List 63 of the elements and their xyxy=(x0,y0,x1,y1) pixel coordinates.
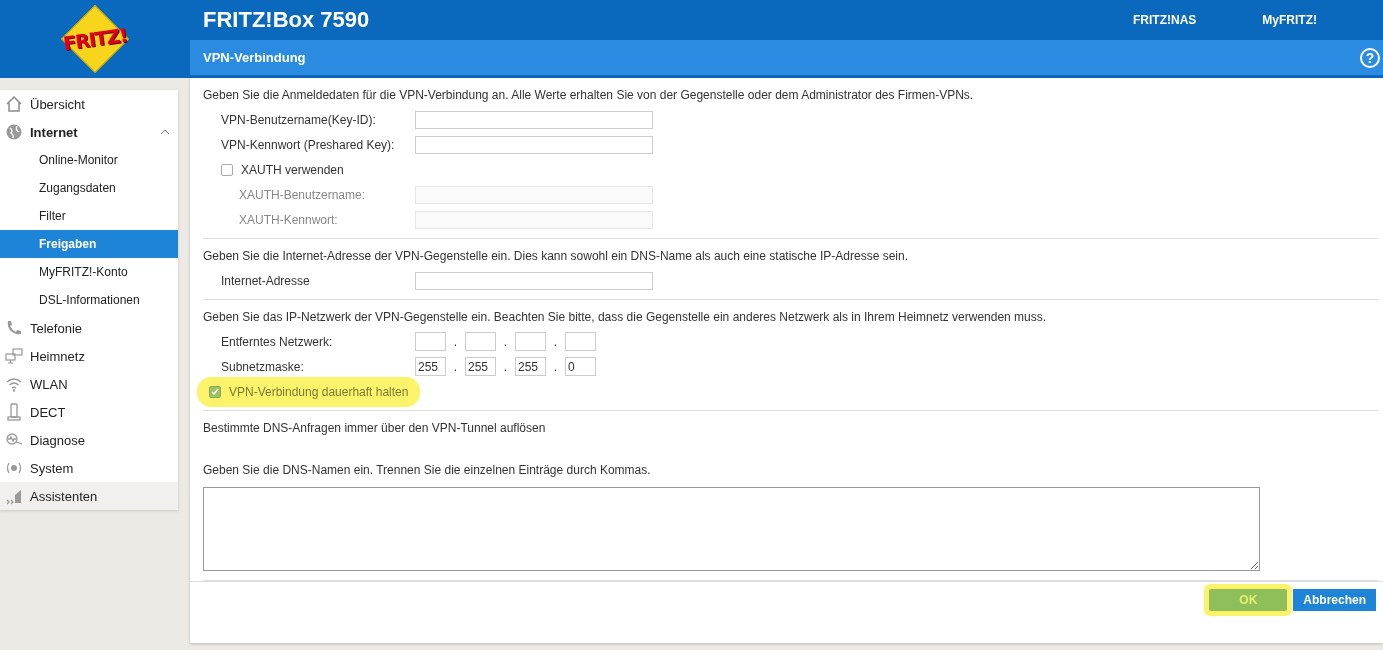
sidebar-item[interactable]: Telefonie xyxy=(0,314,178,342)
separator: . xyxy=(452,359,459,374)
sidebar-item[interactable]: Heimnetz xyxy=(0,342,178,370)
sidebar-subitem[interactable]: MyFRITZ!-Konto xyxy=(0,258,178,286)
header-link[interactable]: MyFRITZ! xyxy=(1262,13,1317,27)
ip-octet-field[interactable] xyxy=(565,332,596,351)
separator: . xyxy=(452,334,459,349)
phone-icon xyxy=(5,319,23,337)
field-label: Internet-Adresse xyxy=(221,273,311,288)
section-text: Geben Sie die DNS-Namen ein. Trennen Sie die einzelnen Einträge durch Kommas. xyxy=(203,463,652,477)
separator: . xyxy=(502,359,509,374)
field-label: VPN-Kennwort (Preshared Key): xyxy=(221,137,396,152)
sidebar-subitem[interactable]: Filter xyxy=(0,202,178,230)
field-label: XAUTH-Kennwort: xyxy=(238,212,339,227)
wifi-icon xyxy=(5,375,23,393)
sidebar-item[interactable]: Assistenten xyxy=(0,482,178,510)
field-label: Entferntes Netzwerk: xyxy=(221,334,334,349)
handset-icon xyxy=(5,403,23,421)
sidebar-item[interactable]: System xyxy=(0,454,178,482)
section-text: Geben Sie die Anmeldedaten für die VPN-Verbindung an. Alle Werte erhalten Sie von der Gegenstelle oder dem Administrator des Firmen-VPNs. xyxy=(203,88,975,102)
ip-octet-field[interactable]: 0 xyxy=(565,357,596,376)
product-title: FRITZ!Box 7590 xyxy=(203,7,371,33)
field-label: VPN-Benutzername(Key-ID): xyxy=(221,112,377,127)
input-field[interactable] xyxy=(415,110,653,129)
page-title: VPN-Verbindung xyxy=(203,50,307,65)
sidebar-subitem[interactable]: Zugangsdaten xyxy=(0,174,178,202)
checkbox-row[interactable]: XAUTH verwenden xyxy=(211,160,354,179)
checkbox[interactable] xyxy=(221,163,233,176)
ip-octet-field[interactable] xyxy=(515,332,546,351)
sidebar-item[interactable]: Diagnose xyxy=(0,426,178,454)
section-text: Geben Sie die Internet-Adresse der VPN-Gegenstelle ein. Dies kann sowohl ein DNS-Name als auch eine statische IP-Adresse sein. xyxy=(203,249,910,263)
home-icon xyxy=(5,95,23,113)
dns-names-field[interactable] xyxy=(203,487,1260,571)
highlighted-checkbox-row[interactable]: VPN-Verbindung dauerhaft halten xyxy=(197,376,421,407)
sidebar-item[interactable]: Übersicht xyxy=(0,90,178,118)
sidebar-subitem[interactable]: DSL-Informationen xyxy=(0,286,178,314)
input-field[interactable] xyxy=(415,271,653,290)
chevron-icon[interactable] xyxy=(160,129,170,135)
sidebar-subitem[interactable]: Online-Monitor xyxy=(0,146,178,174)
help-button[interactable]: ? xyxy=(1360,47,1380,68)
section-text: Geben Sie das IP-Netzwerk der VPN-Gegenstelle ein. Beachten Sie bitte, dass die Gegenstelle ein anderes Netzwerk als in Ihrem Heimnetz verwenden muss. xyxy=(203,310,1048,324)
field-label: XAUTH-Benutzername: xyxy=(238,187,367,202)
globe-icon xyxy=(5,123,23,141)
ip-octet-field[interactable] xyxy=(465,332,496,351)
network-icon xyxy=(5,347,23,365)
separator: . xyxy=(552,359,559,374)
section-text: Bestimmte DNS-Anfragen immer über den VPN-Tunnel auflösen xyxy=(203,421,547,435)
cancel-button[interactable]: Abbrechen xyxy=(1293,589,1376,611)
sidebar-item[interactable]: WLAN xyxy=(0,370,178,398)
ip-octet-field[interactable]: 255 xyxy=(515,357,546,376)
input-field[interactable] xyxy=(415,135,653,154)
wizard-icon xyxy=(5,487,23,505)
checkbox[interactable] xyxy=(209,385,221,398)
sidebar-subitem[interactable]: Freigaben xyxy=(0,230,178,258)
sidebar-item[interactable]: Internet xyxy=(0,118,178,146)
field-label: Subnetzmaske: xyxy=(221,359,305,374)
ip-octet-field[interactable] xyxy=(415,332,446,351)
separator: . xyxy=(552,334,559,349)
header-link[interactable]: FRITZ!NAS xyxy=(1133,13,1197,27)
ip-octet-field[interactable]: 255 xyxy=(465,357,496,376)
ip-octet-field[interactable]: 255 xyxy=(415,357,446,376)
sidebar-item[interactable]: DECT xyxy=(0,398,178,426)
separator: . xyxy=(502,334,509,349)
